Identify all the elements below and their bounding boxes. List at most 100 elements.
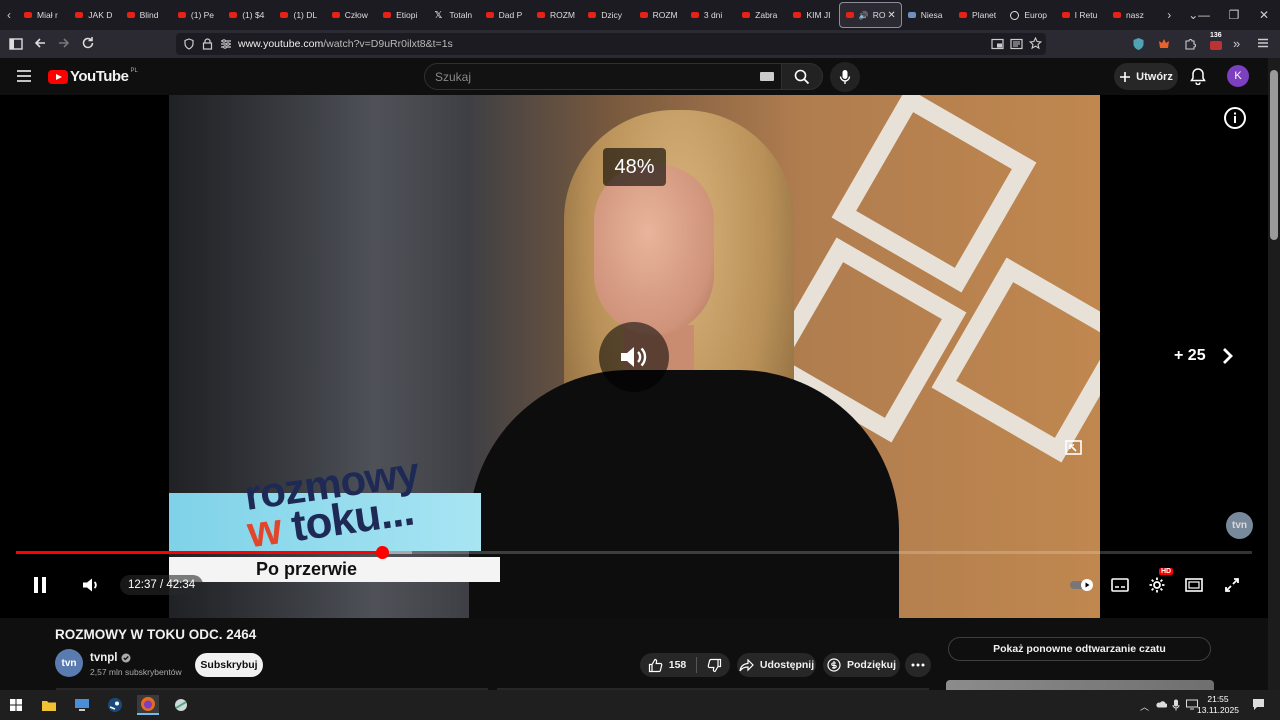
bookmark-star-icon[interactable] <box>1029 37 1042 50</box>
browser-tab[interactable]: JAK D <box>69 2 120 28</box>
browser-tab[interactable]: Europ <box>1004 2 1055 28</box>
keyboard-icon[interactable] <box>760 72 774 81</box>
extension-badge-icon[interactable]: 136 <box>1207 32 1225 52</box>
info-icon[interactable] <box>1223 106 1247 130</box>
taskbar-clock[interactable]: 21:55 13.11.2025 <box>1196 694 1240 716</box>
app-menu-icon[interactable] <box>1257 37 1269 49</box>
theater-mode-button[interactable] <box>1180 565 1208 605</box>
chat-replay-button[interactable]: Pokaż ponowne odtwarzanie czatu <box>948 637 1211 661</box>
extension-fox-icon[interactable] <box>1157 37 1171 51</box>
more-videos-count: + 25 <box>1174 347 1206 364</box>
progress-bar[interactable] <box>16 546 1252 559</box>
browser-tab[interactable]: 3 dni <box>685 2 736 28</box>
close-tab-icon[interactable]: ✕ <box>887 10 895 21</box>
shield-icon[interactable] <box>183 38 195 50</box>
settings-button[interactable]: HD <box>1143 565 1174 605</box>
like-button[interactable]: 158 <box>648 658 686 673</box>
mute-button[interactable] <box>76 565 104 605</box>
browser-tab[interactable]: nasz <box>1107 2 1158 28</box>
more-actions-button[interactable] <box>905 653 931 677</box>
browser-tab[interactable]: Dzicy <box>582 2 633 28</box>
extensions-puzzle-icon[interactable] <box>1183 37 1197 51</box>
scrollbar-thumb[interactable] <box>1270 70 1278 240</box>
verified-badge-icon <box>121 653 131 663</box>
browser-tab[interactable]: (1) $4 <box>223 2 274 28</box>
forward-icon[interactable] <box>57 36 71 50</box>
microphone-tray-icon[interactable] <box>1172 699 1180 711</box>
channel-watermark[interactable]: tvn <box>1226 512 1253 539</box>
browser-tab[interactable]: Dad P <box>480 2 531 28</box>
browser-tab[interactable]: Miał r <box>18 2 69 28</box>
extension-shield-icon[interactable] <box>1132 37 1145 51</box>
dislike-button[interactable] <box>707 658 722 673</box>
fullscreen-button[interactable] <box>1218 565 1246 605</box>
address-bar[interactable]: www.youtube.com/watch?v=D9uRr0ilxt8&t=1s <box>176 33 1046 55</box>
youtube-logo[interactable]: YouTube PL <box>48 68 138 85</box>
tab-audio-icon[interactable]: 🔊 <box>859 11 869 20</box>
browser-tab[interactable]: ROZM <box>634 2 685 28</box>
close-window-icon[interactable]: ✕ <box>1248 0 1280 30</box>
browser-tab-label: RO <box>872 10 886 20</box>
notifications-bell-icon[interactable] <box>1190 67 1206 85</box>
subtitles-button[interactable] <box>1106 565 1134 605</box>
guide-menu-icon[interactable] <box>17 70 31 82</box>
tabs-scroll-right-icon[interactable]: › <box>1160 0 1178 30</box>
firefox-icon[interactable] <box>137 695 159 715</box>
thanks-button[interactable]: Podziękuj <box>823 653 900 677</box>
browser-tab[interactable]: (1) Pe <box>172 2 223 28</box>
permissions-icon[interactable] <box>220 38 232 50</box>
browser-tab[interactable]: I Retu <box>1056 2 1107 28</box>
browser-tab[interactable]: (1) DL <box>274 2 325 28</box>
subscribe-button[interactable]: Subskrybuj <box>195 653 263 677</box>
search-button[interactable] <box>781 63 823 90</box>
miniplayer-overlay-icon[interactable] <box>1064 439 1084 457</box>
tray-overflow-icon[interactable]: ︿ <box>1140 700 1149 713</box>
page-scrollbar[interactable] <box>1268 58 1280 690</box>
channel-avatar[interactable]: tvn <box>55 649 83 677</box>
youtube-favicon-icon <box>1061 12 1070 18</box>
pause-button[interactable] <box>26 565 54 605</box>
reader-view-icon[interactable] <box>1010 38 1023 50</box>
browser-tab[interactable]: 𝕏 Totaln <box>428 2 479 28</box>
autoplay-toggle[interactable] <box>1068 565 1096 605</box>
reload-icon[interactable] <box>81 36 95 50</box>
endscreen-more-videos[interactable]: + 25 <box>1174 347 1234 365</box>
back-icon[interactable] <box>33 36 47 50</box>
sidebar-toggle-icon[interactable] <box>9 37 23 51</box>
onedrive-icon[interactable] <box>1155 700 1167 708</box>
browser-tab[interactable]: ROZM <box>531 2 582 28</box>
search-input[interactable]: Szukaj <box>424 63 782 90</box>
share-button[interactable]: Udostępnij <box>737 653 816 677</box>
youtube-favicon-icon <box>485 12 494 18</box>
browser-tab[interactable]: Etiopi <box>377 2 428 28</box>
youtube-favicon-icon <box>126 12 135 18</box>
file-explorer-icon[interactable] <box>38 695 60 715</box>
browser-tab[interactable]: Planet <box>953 2 1004 28</box>
channel-name[interactable]: tvnpl <box>90 652 131 664</box>
account-avatar[interactable]: K <box>1227 65 1249 87</box>
progress-played <box>16 551 382 554</box>
progress-scrubber[interactable] <box>375 546 389 559</box>
start-windows-icon[interactable] <box>5 695 27 715</box>
browser-tab[interactable]: Zabra <box>736 2 787 28</box>
browser-tab[interactable]: KIM JI <box>787 2 838 28</box>
overflow-chevrons-icon[interactable]: » <box>1233 36 1240 51</box>
create-button[interactable]: Utwórz <box>1114 63 1178 90</box>
browser-tab[interactable]: Blind <box>121 2 172 28</box>
restore-icon[interactable]: ❐ <box>1218 0 1250 30</box>
tabs-scroll-left-icon[interactable]: ‹ <box>0 0 18 30</box>
browser-tab[interactable]: 🔊 RO ✕ <box>838 2 902 28</box>
browser-tab[interactable]: Człow <box>326 2 377 28</box>
remote-desktop-icon[interactable] <box>71 695 93 715</box>
lock-icon[interactable] <box>202 38 213 50</box>
voice-search-button[interactable] <box>830 62 860 92</box>
app-icon[interactable] <box>170 695 192 715</box>
minimize-icon[interactable]: — <box>1188 0 1220 30</box>
picture-in-picture-icon[interactable] <box>991 38 1004 50</box>
recommended-thumbnail[interactable] <box>946 680 1214 690</box>
video-player[interactable]: rozmowy w toku... Po przerwie 48% + 25 t… <box>0 95 1268 618</box>
browser-tab[interactable]: Niesa <box>902 2 953 28</box>
steam-icon[interactable] <box>104 695 126 715</box>
youtube-favicon-icon <box>690 12 699 18</box>
notifications-icon[interactable] <box>1252 698 1265 711</box>
